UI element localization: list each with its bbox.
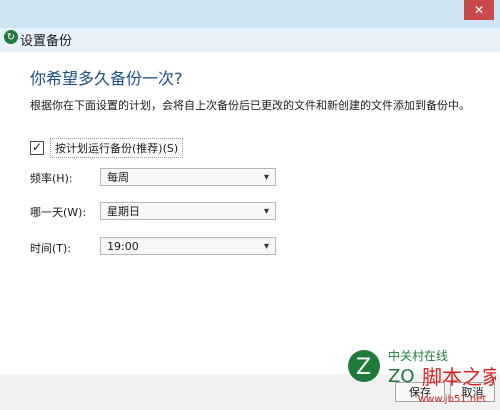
watermark-brand-short: ZO <box>388 366 415 387</box>
svg-text:Z: Z <box>356 355 371 380</box>
frequency-value: 每周 <box>107 171 129 184</box>
close-icon: ✕ <box>473 3 485 17</box>
window-title: 设置备份 <box>20 34 73 49</box>
page-heading: 你希望多久备份一次? <box>30 69 183 88</box>
watermark-brand-cn: 中关村在线 <box>388 348 448 363</box>
day-row: 哪一天(W): <box>30 204 100 220</box>
time-label: 时间(T): <box>30 242 72 255</box>
day-select[interactable]: 星期日 ▾ <box>100 202 276 220</box>
backup-icon: ↻ <box>4 30 18 44</box>
frequency-row: 频率(H): <box>30 170 100 186</box>
run-on-schedule-label[interactable]: 按计划运行备份(推荐)(S) <box>50 138 184 158</box>
run-on-schedule-checkbox[interactable]: ✓ <box>30 140 44 155</box>
chevron-down-icon: ▾ <box>263 171 269 183</box>
check-icon: ✓ <box>32 140 43 154</box>
time-row: 时间(T): <box>30 240 100 256</box>
watermark-logo: Z 中关村在线 ZO 脚本之家 www.jb51.net <box>348 348 496 405</box>
chevron-down-icon: ▾ <box>263 205 269 217</box>
watermark-site-cn: 脚本之家 <box>422 365 496 389</box>
chevron-down-icon: ▾ <box>263 240 269 252</box>
watermark-site-url: www.jb51.net <box>418 394 486 405</box>
time-select[interactable]: 19:00 ▾ <box>100 237 276 255</box>
time-value: 19:00 <box>107 239 139 253</box>
run-on-schedule-row[interactable]: ✓ 按计划运行备份(推荐)(S) <box>30 138 184 158</box>
frequency-label: 频率(H): <box>30 172 73 185</box>
day-value: 星期日 <box>107 205 140 218</box>
day-label: 哪一天(W): <box>30 206 87 219</box>
top-bar <box>0 0 500 28</box>
title-bar <box>0 28 500 52</box>
page-description: 根据你在下面设置的计划，会将自上次备份后已更改的文件和新创建的文件添加到备份中。 <box>30 99 470 112</box>
frequency-select[interactable]: 每周 ▾ <box>100 168 276 186</box>
close-button[interactable]: ✕ <box>464 0 494 20</box>
